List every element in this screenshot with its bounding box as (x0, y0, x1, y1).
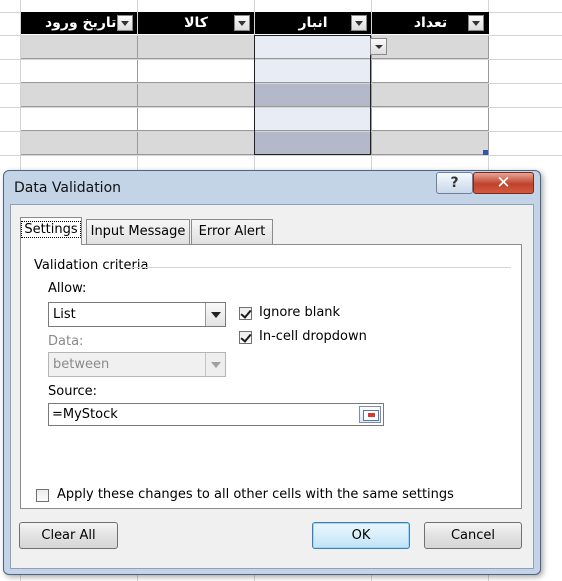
header-label: کالا (184, 15, 208, 31)
cancel-label: Cancel (450, 528, 496, 543)
header-label: انبار (298, 15, 328, 31)
table-cell[interactable] (138, 60, 255, 83)
data-label: Data: (48, 334, 84, 349)
header-cell-item: کالا (138, 12, 254, 34)
tab-label: Input Message (90, 224, 186, 239)
chevron-down-icon (205, 353, 225, 376)
header-label: تاریخ ورود (45, 15, 117, 31)
filter-dropdown-icon[interactable] (468, 15, 484, 31)
header-cell-warehouse: انبار (255, 12, 371, 34)
clear-all-label: Clear All (41, 528, 96, 543)
close-icon: ✕ (496, 173, 511, 193)
source-label: Source: (48, 384, 98, 399)
tab-error-alert[interactable]: Error Alert (191, 219, 273, 244)
table-resize-handle[interactable] (483, 150, 488, 155)
table-cell[interactable] (372, 108, 489, 131)
header-cell-entry-date: تاریخ ورود (21, 12, 137, 34)
cell-dropdown-icon[interactable] (370, 38, 387, 55)
filter-dropdown-icon[interactable] (351, 15, 367, 31)
table-cell[interactable] (138, 84, 255, 107)
tab-label: Error Alert (198, 224, 266, 239)
allow-label: Allow: (48, 281, 87, 296)
tab-input-message[interactable]: Input Message (86, 219, 190, 244)
source-input[interactable] (48, 403, 384, 426)
table-cell[interactable] (21, 84, 138, 107)
ok-button[interactable]: OK (312, 522, 410, 549)
dialog-body: Settings Input Message Error Alert Valid… (10, 204, 534, 569)
row-gridline (0, 155, 562, 156)
tab-label: Settings (21, 221, 81, 238)
clear-all-button[interactable]: Clear All (19, 522, 118, 549)
help-icon: ? (450, 175, 459, 191)
dialog-title: Data Validation (14, 180, 122, 196)
range-selector-icon[interactable] (359, 406, 381, 423)
table-cell[interactable] (138, 108, 255, 131)
settings-panel: Validation criteria Allow: List Data: be… (20, 244, 522, 509)
criteria-heading: Validation criteria (34, 258, 149, 273)
table-cell[interactable] (21, 108, 138, 131)
filter-dropdown-icon[interactable] (234, 15, 250, 31)
divider (129, 267, 511, 268)
help-button[interactable]: ? (436, 172, 473, 194)
ignore-blank-label[interactable]: Ignore blank (259, 305, 340, 320)
table-cell[interactable] (21, 60, 138, 83)
data-value: between (53, 357, 110, 372)
ok-label: OK (351, 528, 371, 543)
chevron-down-icon[interactable] (205, 303, 225, 326)
data-validation-dialog: Data Validation ? ✕ Settings Input Messa… (3, 170, 541, 575)
header-cell-count: تعداد (372, 12, 489, 34)
apply-all-label[interactable]: Apply these changes to all other cells w… (57, 487, 454, 502)
allow-value: List (53, 307, 76, 322)
table-cell[interactable] (372, 84, 489, 107)
table-cell[interactable] (372, 60, 489, 83)
allow-select[interactable]: List (48, 302, 226, 327)
ignore-blank-checkbox[interactable] (239, 307, 252, 320)
in-cell-dropdown-checkbox[interactable] (239, 331, 252, 344)
table-cell[interactable] (21, 132, 138, 155)
tab-settings[interactable]: Settings (20, 217, 82, 245)
table-cell[interactable] (138, 132, 255, 155)
cancel-button[interactable]: Cancel (424, 522, 522, 549)
selection-outline (254, 35, 371, 155)
data-select: between (48, 352, 226, 377)
table-cell[interactable] (21, 36, 138, 59)
table-cell[interactable] (138, 36, 255, 59)
table-cell[interactable] (372, 132, 489, 155)
filter-dropdown-icon[interactable] (117, 15, 133, 31)
header-label: تعداد (413, 15, 448, 31)
apply-all-checkbox[interactable] (36, 489, 49, 502)
table-cell[interactable] (372, 36, 489, 59)
close-button[interactable]: ✕ (473, 172, 534, 194)
in-cell-dropdown-label[interactable]: In-cell dropdown (259, 329, 367, 344)
